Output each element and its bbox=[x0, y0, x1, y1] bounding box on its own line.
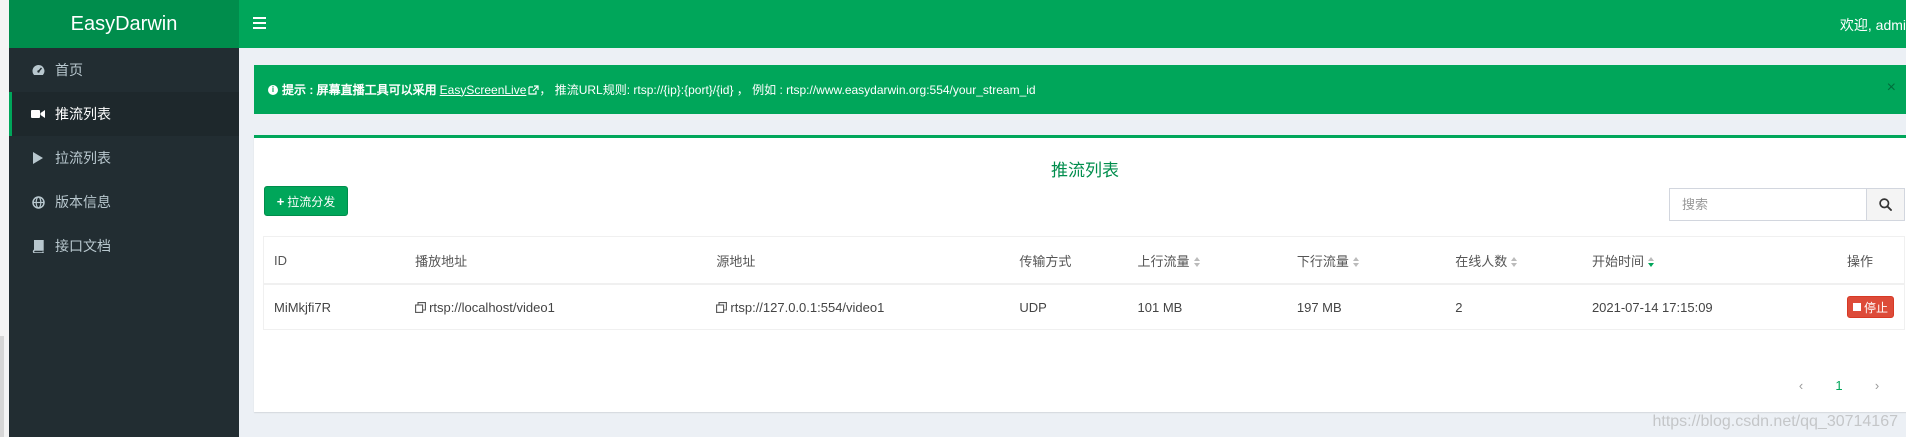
easyscreenlive-link[interactable]: EasyScreenLive bbox=[440, 83, 540, 97]
column-header-transport: 传输方式 bbox=[1009, 237, 1128, 285]
callout-rules: ， 推流URL规则: rtsp://{ip}:{port}/{id} ， 例如 … bbox=[539, 83, 1036, 97]
column-header-downstream[interactable]: 下行流量 bbox=[1286, 237, 1446, 285]
sort-icon bbox=[1193, 257, 1201, 268]
cell-downstream: 197 MB bbox=[1296, 299, 1342, 315]
cell-source-url[interactable]: rtsp://127.0.0.1:554/video1 bbox=[706, 284, 1009, 329]
sidebar-toggle-icon[interactable] bbox=[253, 13, 267, 33]
play-icon bbox=[30, 150, 46, 166]
sort-desc-icon bbox=[1647, 257, 1655, 268]
sidebar-item-label: 首页 bbox=[55, 62, 83, 78]
welcome-user[interactable]: 欢迎, admi bbox=[1840, 15, 1906, 35]
cell-transport: UDP bbox=[1019, 299, 1047, 315]
search-icon bbox=[1879, 198, 1892, 211]
left-edge-notch bbox=[0, 336, 4, 437]
cell-upstream: 101 MB bbox=[1137, 299, 1183, 315]
search-bar bbox=[1669, 188, 1905, 221]
column-header-action: 操作 bbox=[1836, 237, 1904, 285]
sidebar-item-label: 接口文档 bbox=[55, 238, 111, 254]
cell-play-url[interactable]: rtsp://localhost/video1 bbox=[405, 284, 706, 329]
pagination-next[interactable]: › bbox=[1858, 378, 1896, 393]
stop-button[interactable]: 停止 bbox=[1846, 296, 1894, 318]
column-header-id: ID bbox=[264, 237, 406, 285]
sidebar-item-pull-list[interactable]: 拉流列表 bbox=[9, 136, 239, 180]
sidebar-item-label: 版本信息 bbox=[55, 194, 111, 210]
column-header-upstream[interactable]: 上行流量 bbox=[1127, 237, 1287, 285]
external-link-icon bbox=[528, 84, 539, 95]
table-header-row: ID 播放地址 源地址 传输方式 上行流量 下行流量 在线人数 开始时间 操作 bbox=[264, 237, 1904, 285]
cell-start-time: 2021-07-14 17:15:09 bbox=[1591, 299, 1713, 315]
sidebar-item-home[interactable]: 首页 bbox=[9, 48, 239, 92]
watermark: https://blog.csdn.net/qq_30714167 bbox=[1652, 413, 1898, 430]
search-button[interactable] bbox=[1866, 188, 1905, 221]
dashboard-icon bbox=[30, 62, 46, 78]
sidebar-item-version[interactable]: 版本信息 bbox=[9, 180, 239, 224]
sort-icon bbox=[1352, 257, 1360, 268]
column-header-start-time[interactable]: 开始时间 bbox=[1581, 237, 1837, 285]
sidebar-item-label: 拉流列表 bbox=[55, 150, 111, 166]
info-circle-icon: i bbox=[268, 84, 278, 95]
column-header-online[interactable]: 在线人数 bbox=[1445, 237, 1582, 285]
sidebar-item-api-docs[interactable]: 接口文档 bbox=[9, 224, 239, 268]
sidebar: 首页 推流列表 拉流列表 版本信息 接口文档 bbox=[9, 48, 239, 437]
globe-icon bbox=[30, 194, 46, 210]
add-pull-distribute-button[interactable]: + 拉流分发 bbox=[264, 186, 348, 216]
video-camera-icon bbox=[30, 106, 46, 122]
stop-icon bbox=[1852, 303, 1861, 311]
pagination-page-1[interactable]: 1 bbox=[1820, 378, 1858, 393]
column-header-source-url: 源地址 bbox=[706, 237, 1010, 285]
copy-icon[interactable] bbox=[415, 301, 427, 313]
cell-online: 2 bbox=[1455, 299, 1463, 315]
cell-action: 停止 bbox=[1837, 284, 1904, 329]
sort-icon bbox=[1511, 257, 1518, 268]
plus-icon: + bbox=[276, 193, 285, 209]
info-callout: i 提示 : 屏幕直播工具可以采用 EasyScreenLive ， 推流URL… bbox=[254, 65, 1906, 114]
column-header-play-url: 播放地址 bbox=[405, 237, 707, 285]
sidebar-item-push-list[interactable]: 推流列表 bbox=[9, 92, 239, 136]
callout-prefix: 提示 : 屏幕直播工具可以采用 bbox=[282, 83, 437, 97]
push-list-box: 推流列表 + 拉流分发 ID 播放地址 源地址 传输方式 上行流量 bbox=[254, 135, 1906, 412]
top-navbar: 欢迎, admi bbox=[239, 0, 1906, 48]
left-edge-strip bbox=[0, 0, 9, 437]
add-button-label: 拉流分发 bbox=[287, 194, 336, 209]
book-icon bbox=[30, 238, 46, 254]
sidebar-item-label: 推流列表 bbox=[55, 106, 111, 122]
brand-logo[interactable]: EasyDarwin bbox=[9, 0, 239, 48]
pagination: ‹ 1 › bbox=[1782, 378, 1896, 393]
push-table: ID 播放地址 源地址 传输方式 上行流量 下行流量 在线人数 开始时间 操作 … bbox=[263, 236, 1905, 330]
pagination-prev[interactable]: ‹ bbox=[1782, 378, 1820, 393]
close-icon[interactable]: × bbox=[1887, 79, 1896, 97]
copy-icon[interactable] bbox=[716, 301, 728, 313]
page-title: 推流列表 bbox=[1051, 161, 1119, 180]
cell-id: MiMkjfi7R bbox=[274, 299, 332, 315]
main-content: i 提示 : 屏幕直播工具可以采用 EasyScreenLive ， 推流URL… bbox=[239, 48, 1906, 437]
search-input[interactable] bbox=[1669, 188, 1866, 221]
table-row: MiMkjfi7R rtsp://localhost/video1 rtsp:/… bbox=[264, 284, 1904, 329]
